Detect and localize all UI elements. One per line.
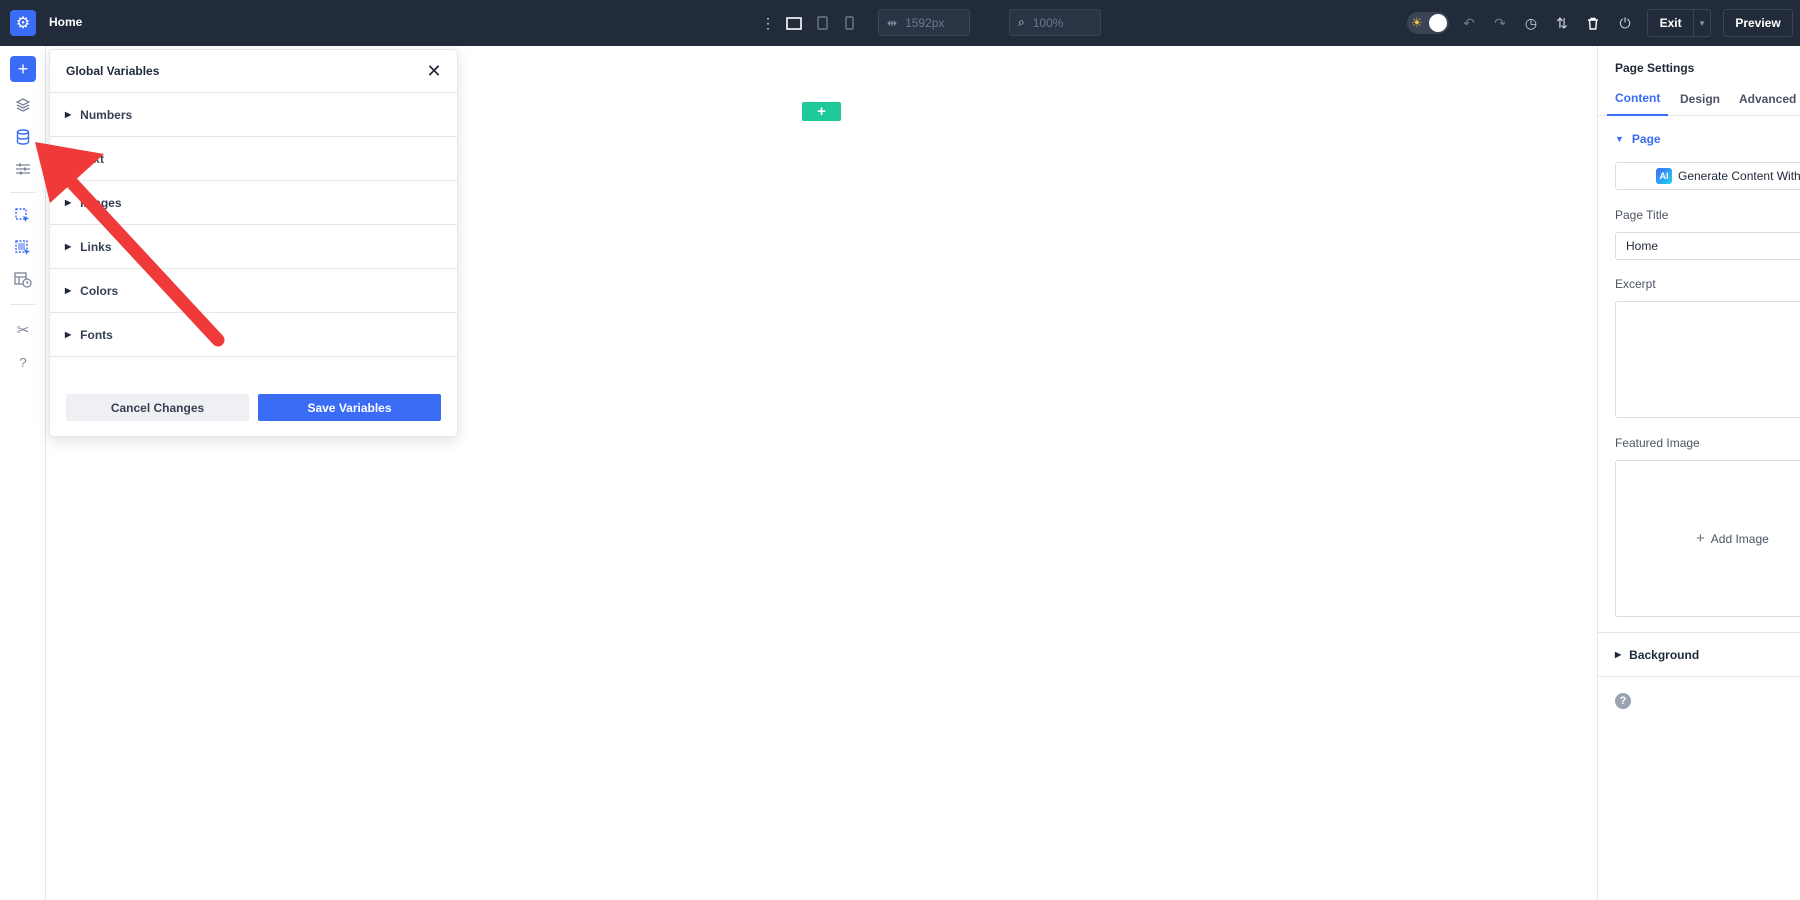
- page-title-label: Page Title: [1615, 208, 1669, 222]
- toggle-knob: [1429, 14, 1447, 32]
- variable-group-label: Images: [80, 195, 122, 210]
- generate-content-ai-button[interactable]: AI Generate Content With AI: [1615, 162, 1800, 190]
- caret-right-icon: ▶: [65, 286, 72, 295]
- variable-group-fonts[interactable]: ▶ Fonts: [50, 313, 457, 357]
- panel-title: Page Settings: [1615, 61, 1695, 75]
- add-section-button[interactable]: +: [802, 102, 841, 121]
- variable-group-text[interactable]: ▶ Text: [50, 137, 457, 181]
- variable-group-colors[interactable]: ▶ Colors: [50, 269, 457, 313]
- phone-view-icon[interactable]: [839, 13, 859, 33]
- tab-advanced[interactable]: Advanced: [1739, 82, 1796, 116]
- variable-group-label: Numbers: [80, 107, 133, 122]
- save-variables-button[interactable]: Save Variables: [258, 394, 441, 421]
- page-settings-panel: Page Settings Content Design Advanced ▼ …: [1597, 46, 1800, 900]
- caret-down-icon: ▼: [1615, 134, 1624, 144]
- power-icon[interactable]: ⏻: [1615, 13, 1635, 33]
- help-icon[interactable]: ?: [1615, 693, 1631, 709]
- zoom-field[interactable]: ⌕ 100%: [1009, 9, 1101, 36]
- more-vertical-icon[interactable]: ⋮: [758, 13, 778, 33]
- tablet-view-icon[interactable]: [812, 13, 832, 33]
- featured-image-label: Featured Image: [1615, 436, 1700, 450]
- tab-design[interactable]: Design: [1680, 82, 1720, 116]
- variable-group-label: Text: [80, 151, 104, 166]
- add-element-button[interactable]: +: [10, 56, 36, 82]
- caret-right-icon: ▶: [65, 110, 72, 119]
- variable-group-numbers[interactable]: ▶ Numbers: [50, 93, 457, 137]
- variable-group-links[interactable]: ▶ Links: [50, 225, 457, 269]
- page-section-toggle[interactable]: ▼ Page: [1615, 132, 1661, 146]
- plus-icon: +: [1696, 530, 1705, 547]
- sun-icon: ☀: [1411, 15, 1423, 30]
- multi-select-icon[interactable]: [13, 238, 33, 258]
- caret-right-icon: ▶: [65, 330, 72, 339]
- left-sidebar: + ✂ ?: [0, 46, 46, 900]
- settings-sliders-icon[interactable]: [13, 159, 33, 179]
- page-name: Home: [49, 15, 83, 29]
- variable-group-label: Fonts: [80, 327, 113, 342]
- panel-header: Global Variables ✕: [50, 50, 457, 93]
- exit-button[interactable]: Exit ▼: [1647, 9, 1711, 37]
- top-toolbar: ⚙ Home ⋮ ⇹ 1592px ⌕ 100% ☀ ↶ ↷ ◷ ⇅ ⏻ Exi…: [0, 0, 1800, 46]
- caret-right-icon: ▶: [65, 198, 72, 207]
- preview-button[interactable]: Preview: [1723, 9, 1793, 37]
- history-icon[interactable]: ◷: [1521, 13, 1541, 33]
- page-title-input[interactable]: Home: [1615, 232, 1800, 260]
- select-element-icon[interactable]: [13, 206, 33, 226]
- global-variables-panel: Global Variables ✕ ▶ Numbers ▶ Text ▶ Im…: [49, 49, 458, 437]
- tab-content[interactable]: Content: [1607, 82, 1669, 116]
- caret-right-icon: ▶: [1615, 650, 1622, 659]
- exit-dropdown-icon[interactable]: ▼: [1693, 10, 1710, 36]
- help-icon[interactable]: ?: [13, 352, 33, 372]
- variable-group-label: Colors: [80, 283, 119, 298]
- excerpt-label: Excerpt: [1615, 277, 1656, 291]
- desktop-view-icon[interactable]: [784, 13, 804, 33]
- excerpt-textarea[interactable]: [1615, 301, 1800, 418]
- tools-icon[interactable]: ✂: [13, 320, 33, 340]
- theme-toggle[interactable]: ☀: [1407, 12, 1449, 34]
- background-section-toggle[interactable]: ▶ Background: [1598, 632, 1800, 677]
- variable-group-label: Links: [80, 239, 112, 254]
- zoom-search-icon: ⌕: [1018, 15, 1025, 29]
- exit-label: Exit: [1659, 16, 1682, 30]
- trash-icon[interactable]: [1583, 13, 1603, 33]
- canvas-width-field[interactable]: ⇹ 1592px: [878, 9, 970, 36]
- add-image-label: Add Image: [1710, 531, 1769, 546]
- ai-button-label: Generate Content With AI: [1678, 169, 1800, 183]
- background-label: Background: [1629, 647, 1700, 662]
- panel-title: Global Variables: [66, 64, 160, 78]
- ai-icon: AI: [1656, 168, 1672, 184]
- panel-actions: Cancel Changes Save Variables: [66, 394, 441, 421]
- canvas-width-value: 1592px: [905, 15, 945, 30]
- zoom-value: 100%: [1032, 15, 1064, 30]
- template-history-icon[interactable]: [13, 270, 33, 290]
- cancel-changes-button[interactable]: Cancel Changes: [66, 394, 249, 421]
- caret-right-icon: ▶: [65, 154, 72, 163]
- settings-tabs: Content Design Advanced: [1598, 82, 1800, 116]
- width-resize-icon: ⇹: [887, 15, 898, 30]
- sort-arrows-icon[interactable]: ⇅: [1552, 13, 1572, 33]
- featured-image-dropzone[interactable]: + Add Image: [1615, 460, 1800, 617]
- settings-gear-icon[interactable]: ⚙: [10, 10, 36, 36]
- layers-icon[interactable]: [13, 95, 33, 115]
- close-icon[interactable]: ✕: [423, 60, 445, 82]
- variable-group-images[interactable]: ▶ Images: [50, 181, 457, 225]
- redo-icon[interactable]: ↷: [1490, 13, 1510, 33]
- undo-icon[interactable]: ↶: [1459, 13, 1479, 33]
- caret-right-icon: ▶: [65, 242, 72, 251]
- section-label: Page: [1631, 132, 1661, 146]
- database-icon[interactable]: [13, 127, 33, 147]
